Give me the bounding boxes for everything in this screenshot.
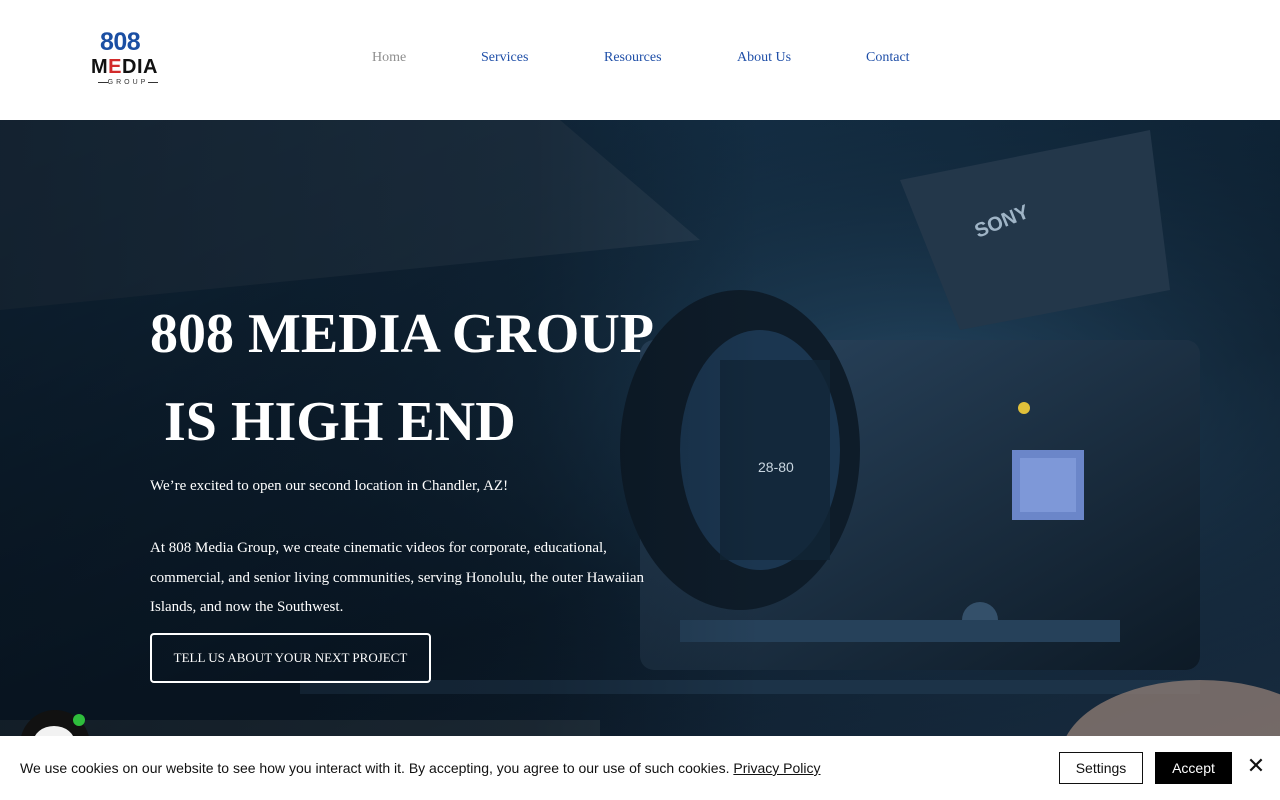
close-icon[interactable]: ✕ — [1246, 756, 1266, 778]
cookie-consent-bar: We use cookies on our website to see how… — [0, 736, 1280, 800]
hero-subline: We’re excited to open our second locatio… — [150, 478, 509, 494]
hero-section: SONY 28-80 808 MEDIA GROUP IS HIGH END W… — [0, 120, 1280, 800]
chat-online-indicator — [73, 714, 85, 726]
lens-marking: 28-80 — [758, 459, 794, 475]
nav-item-about-us[interactable]: About Us — [737, 50, 791, 66]
nav-item-services[interactable]: Services — [481, 50, 528, 66]
nav-item-home[interactable]: Home — [372, 50, 406, 66]
cookie-message: We use cookies on our website to see how… — [20, 760, 821, 776]
nav-item-resources[interactable]: Resources — [604, 50, 662, 66]
hero-description: At 808 Media Group, we create cinematic … — [150, 540, 645, 615]
cookie-message-text: We use cookies on our website to see how… — [20, 760, 734, 776]
hero-headline: 808 MEDIA GROUP IS HIGH END — [150, 303, 654, 453]
main-nav: Home Services Resources About Us Contact — [0, 50, 1280, 70]
nav-item-contact[interactable]: Contact — [866, 50, 910, 66]
cookie-accept-button[interactable]: Accept — [1155, 752, 1232, 784]
cookie-settings-button[interactable]: Settings — [1059, 752, 1143, 784]
logo-tagline: GROUP — [92, 79, 164, 86]
project-inquiry-button[interactable]: TELL US ABOUT YOUR NEXT PROJECT — [150, 633, 431, 683]
site-header: 808 MEDIA GROUP Home Services Resources … — [0, 0, 1280, 120]
privacy-policy-link[interactable]: Privacy Policy — [733, 760, 820, 776]
